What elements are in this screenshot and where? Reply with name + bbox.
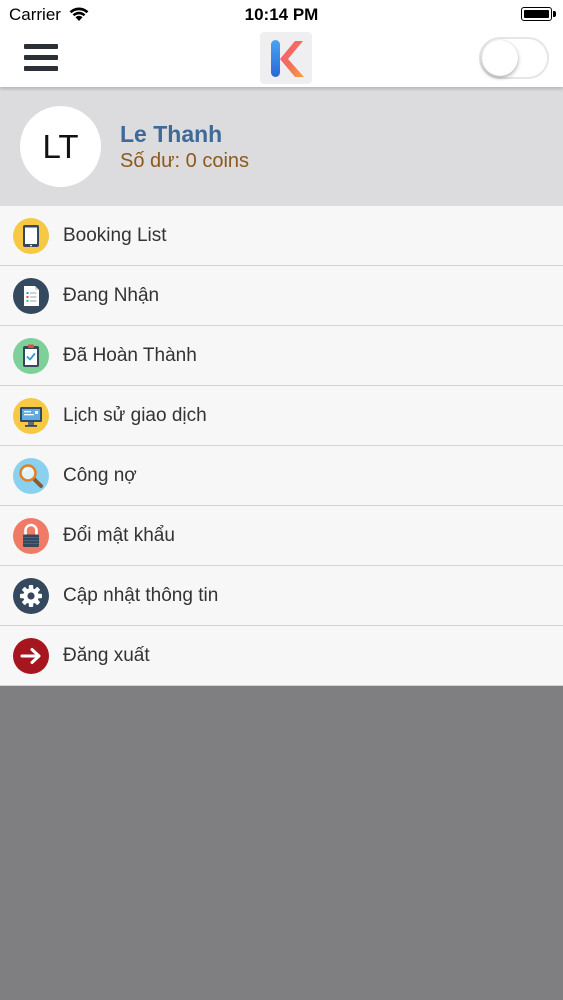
menu-item-label: Đăng xuất bbox=[63, 645, 150, 666]
menu-item-dang-nhan[interactable]: Đang Nhận bbox=[0, 266, 563, 326]
profile-name: Le Thanh bbox=[120, 121, 223, 147]
monitor-icon bbox=[13, 398, 49, 434]
battery-icon bbox=[521, 7, 556, 21]
status-bar: Carrier 10:14 PM bbox=[0, 0, 563, 30]
magnifier-icon bbox=[13, 458, 49, 494]
arrow-right-icon bbox=[13, 638, 49, 674]
menu-item-dang-xuat[interactable]: Đăng xuất bbox=[0, 626, 563, 686]
menu-item-label: Lịch sử giao dịch bbox=[63, 405, 207, 426]
menu-item-label: Cập nhật thông tin bbox=[63, 585, 219, 606]
menu-item-cap-nhat-thong-tin[interactable]: Cập nhật thông tin bbox=[0, 566, 563, 626]
hamburger-icon[interactable] bbox=[24, 42, 58, 72]
menu-item-lich-su-giao-dich[interactable]: Lịch sử giao dịch bbox=[0, 386, 563, 446]
toggle-knob bbox=[482, 40, 518, 76]
profile-balance: Số dư: 0 coins bbox=[120, 150, 250, 172]
clipboard-check-icon bbox=[13, 338, 49, 374]
menu-item-booking-list[interactable]: Booking List bbox=[0, 206, 563, 266]
app-screen: Carrier 10:14 PM LT Le Thanh Số dư: 0 co… bbox=[0, 0, 563, 1000]
side-menu-list: Booking List Đang Nhận Đã Hoàn Thành Lịc… bbox=[0, 206, 563, 686]
menu-item-label: Đổi mật khẩu bbox=[63, 525, 175, 546]
menu-item-doi-mat-khau[interactable]: Đổi mật khẩu bbox=[0, 506, 563, 566]
menu-item-da-hoan-thanh[interactable]: Đã Hoàn Thành bbox=[0, 326, 563, 386]
gear-icon bbox=[13, 578, 49, 614]
k-logo-icon bbox=[260, 32, 312, 84]
menu-item-label: Đã Hoàn Thành bbox=[63, 345, 197, 366]
menu-item-label: Đang Nhận bbox=[63, 285, 160, 306]
dimmed-overlay[interactable] bbox=[0, 685, 563, 1000]
nav-bar bbox=[0, 30, 563, 87]
status-time: 10:14 PM bbox=[244, 5, 319, 24]
lock-icon bbox=[13, 518, 49, 554]
menu-item-cong-no[interactable]: Công nợ bbox=[0, 446, 563, 506]
menu-item-label: Công nợ bbox=[63, 465, 137, 486]
profile-header: LT Le Thanh Số dư: 0 coins bbox=[0, 87, 563, 206]
menu-item-label: Booking List bbox=[63, 225, 167, 246]
tablet-icon bbox=[13, 218, 49, 254]
document-icon bbox=[13, 278, 49, 314]
mode-toggle[interactable] bbox=[479, 37, 549, 79]
avatar[interactable]: LT bbox=[20, 106, 101, 187]
